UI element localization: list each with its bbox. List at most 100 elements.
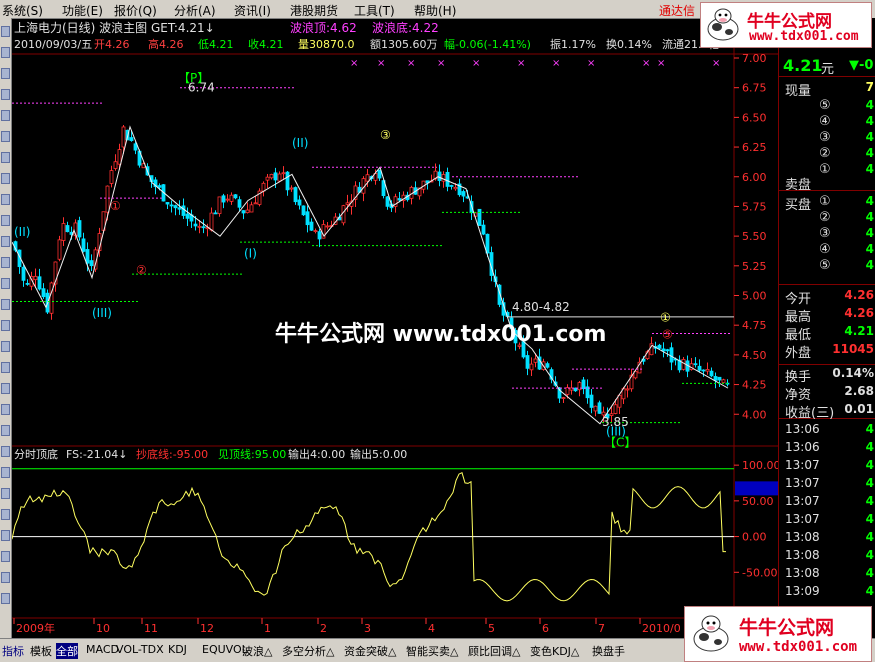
ohlc-field-8: 振1.17% [550,37,596,51]
now-volume-value: 7 [865,80,874,94]
toolbar-button[interactable] [1,530,10,541]
tab-3[interactable]: MACD [86,643,119,656]
toolbar-button[interactable] [1,278,10,289]
toolbar-button[interactable] [1,488,10,499]
tab-6[interactable]: EQUVOL [202,643,248,656]
buy-level-1: ① [819,194,831,209]
ohlc-field-7: 幅-0.06(-1.41%) [444,38,531,51]
quote-panel: 4.21 元 ▼-0 现量 7 ⑤ 4 ④ 4 ③ 4 ② 4 ① 4 卖盘 买盘 ① 4 ② 4 ③ 4 ④ 4 ⑤ 4… [778,18,875,638]
candle-body [237,199,242,208]
candle-body [589,394,594,408]
toolbar-button[interactable] [1,593,10,604]
toolbar-button[interactable] [1,341,10,352]
tick-price: 4 [865,440,874,454]
tab-13[interactable]: 换盘手 [592,643,625,659]
logo-url: www.tdx001.com [739,639,858,655]
candle-body [593,405,598,412]
toolbar-button[interactable] [1,467,10,478]
candle-body [225,198,230,201]
tab-7[interactable]: 波浪△ [242,643,272,659]
tick-price: 4 [865,566,874,580]
buy-level-value: 4 [865,194,874,208]
tab-1[interactable]: 模板 [30,643,52,659]
stat-label: 今开 [785,292,812,307]
toolbar-button[interactable] [1,446,10,457]
sell-level-1: ① [819,162,831,177]
toolbar-button[interactable] [1,173,10,184]
candlestick-series [13,125,730,423]
brand-label: 通达信 [658,4,695,18]
candle-body [129,137,134,141]
date-label: 1 [264,622,271,635]
cow-icon [707,8,739,41]
candle-body [345,202,350,205]
tick-time: 13:07 [785,458,820,472]
candle-body [669,347,674,363]
toolbar-button[interactable] [1,257,10,268]
c-tag: 【C】 [604,435,636,449]
toolbar-button[interactable] [1,47,10,58]
tab-2[interactable]: 全部 [56,643,78,659]
menu-help[interactable]: 帮助(H) [414,2,456,19]
date-label: 5 [488,622,495,635]
tab-12[interactable]: 变色KDJ△ [530,643,579,659]
tab-9[interactable]: 资金突破△ [344,643,396,659]
stat-value: 4.26 [844,306,874,320]
toolbar-button[interactable] [1,320,10,331]
tab-11[interactable]: 顾比回调△ [468,643,520,659]
menu-info[interactable]: 资讯(I) [234,2,271,19]
wave-ii-label: (II) [292,136,308,150]
candle-body [625,388,630,391]
tab-0[interactable]: 指标 [2,643,24,659]
candle-body [117,149,122,165]
toolbar-button[interactable] [1,236,10,247]
toolbar-button[interactable] [1,551,10,562]
candle-body [377,170,382,179]
tab-10[interactable]: 智能买卖△ [406,643,458,659]
candle-body [177,207,182,210]
toolbar-button[interactable] [1,215,10,226]
stat-value: 4.21 [844,324,874,338]
tab-8[interactable]: 多空分析△ [282,643,334,659]
toolbar-button[interactable] [1,362,10,373]
candle-body [721,379,726,383]
menu-system[interactable]: 系统(S) [2,2,43,19]
watermark-text: 牛牛公式网 www.tdx001.com [275,322,607,347]
candle-body [185,213,190,219]
toolbar-button[interactable] [1,572,10,583]
signal-marker: × [712,58,720,69]
toolbar-button[interactable] [1,89,10,100]
menu-quote[interactable]: 报价(Q) [114,2,157,19]
toolbar-button[interactable] [1,425,10,436]
tab-5[interactable]: KDJ [168,643,187,656]
wave-top-label: 波浪顶:4.62 [290,20,357,35]
buy-level-4: ④ [819,242,831,257]
toolbar-button[interactable] [1,152,10,163]
toolbar-button[interactable] [1,299,10,310]
toolbar-button[interactable] [1,68,10,79]
candle-body [289,187,294,190]
stat-label: 外盘 [785,346,812,361]
menu-tools[interactable]: 工具(T) [354,2,395,19]
toolbar-button[interactable] [1,404,10,415]
tick-time: 13:06 [785,440,820,454]
candle-body [485,233,490,254]
toolbar-button[interactable] [1,383,10,394]
buy-label: 买盘 [785,198,812,213]
menu-function[interactable]: 功能(E) [62,2,103,19]
price-tick-label: 6.00 [742,171,767,184]
indicator-field-2: 抄底线:-95.00 [136,447,208,461]
logo-title: 牛牛公式网 [739,617,835,639]
toolbar-button[interactable] [1,110,10,121]
toolbar-button[interactable] [1,131,10,142]
menu-analysis[interactable]: 分析(A) [174,2,216,19]
candle-body [37,276,42,290]
indicator-tick-label: 50.00 [742,495,774,508]
tab-4[interactable]: VOL-TDX [116,643,164,656]
toolbar-button[interactable] [1,26,10,37]
menu-hk-futures[interactable]: 港股期货 [290,2,338,19]
tick-time: 13:07 [785,494,820,508]
toolbar-button[interactable] [1,194,10,205]
toolbar-button[interactable] [1,509,10,520]
price-tick-label: 5.00 [742,290,767,303]
